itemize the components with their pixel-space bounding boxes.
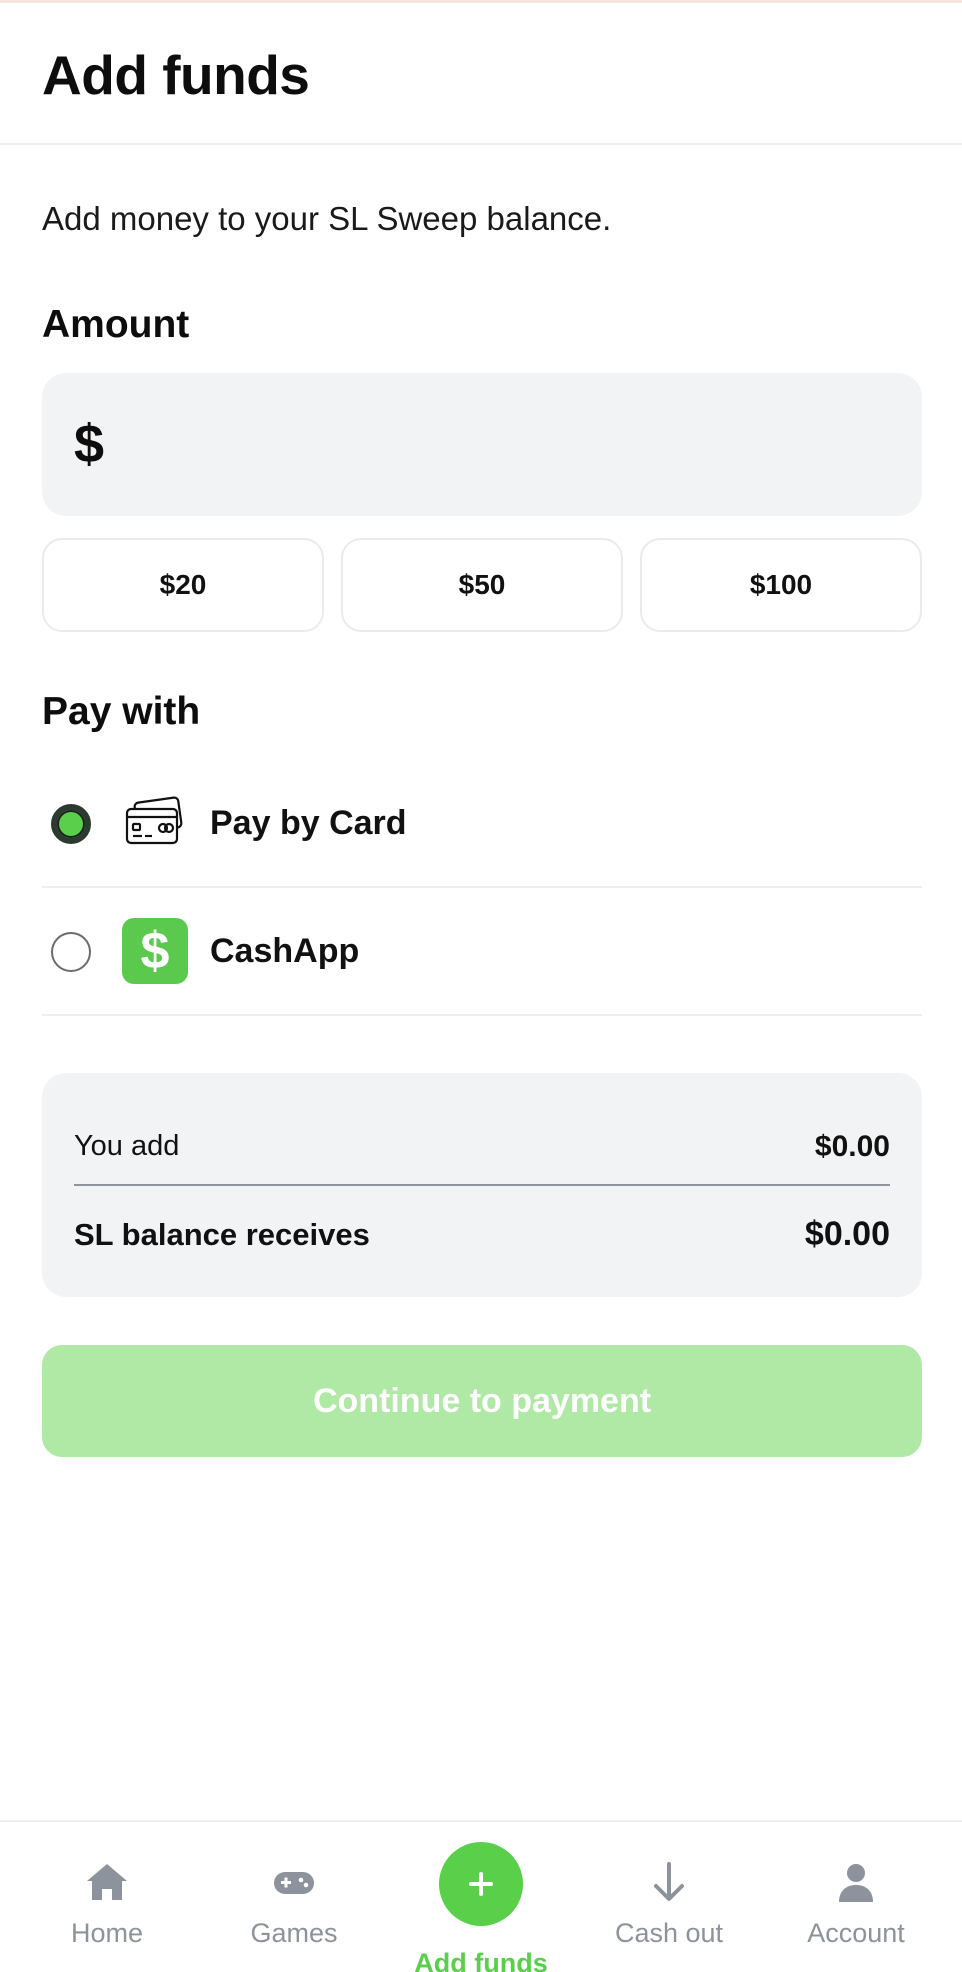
cashapp-dollar-glyph: $ <box>140 922 170 980</box>
payment-option-card[interactable]: Pay by Card <box>42 760 922 888</box>
you-add-label: You add <box>74 1130 180 1162</box>
nav-label: Home <box>70 1918 144 1948</box>
nav-item-home[interactable]: Home <box>12 1822 202 1972</box>
user-icon <box>839 1864 873 1902</box>
radio-selected[interactable] <box>51 804 91 844</box>
preset-amount-button[interactable]: $50 <box>341 538 623 632</box>
nav-item-cash-out[interactable]: Cash out <box>574 1822 764 1972</box>
nav-label: Account <box>807 1918 905 1948</box>
amount-input[interactable] <box>130 403 890 487</box>
credit-card-icon <box>125 796 183 845</box>
balance-receives-label: SL balance receives <box>74 1217 370 1252</box>
amount-section-title: Amount <box>42 303 190 346</box>
cashapp-icon: $ <box>122 918 188 984</box>
arrow-down-icon <box>654 1862 684 1901</box>
pay-with-section-title: Pay with <box>42 690 201 733</box>
payment-option-label: CashApp <box>210 932 360 970</box>
summary-card: You add $0.00 SL balance receives $0.00 <box>42 1073 922 1297</box>
amount-field[interactable]: $ <box>42 373 922 516</box>
nav-label: Add funds <box>414 1948 548 1972</box>
payment-option-cashapp[interactable]: $ CashApp <box>42 888 922 1016</box>
you-add-value: $0.00 <box>814 1130 890 1163</box>
gamepad-icon <box>274 1872 314 1894</box>
nav-item-add-funds[interactable]: Add funds <box>386 1822 576 1972</box>
preset-amount-button[interactable]: $20 <box>42 538 324 632</box>
header: Add funds <box>0 3 962 145</box>
summary-divider <box>74 1184 890 1186</box>
continue-to-payment-button[interactable]: Continue to payment <box>42 1345 922 1457</box>
home-icon <box>87 1864 127 1900</box>
bottom-navigation: Home Games Add funds Cash out Account <box>0 1820 962 1972</box>
balance-receives-value: $0.00 <box>804 1215 890 1253</box>
add-funds-screen: Add funds Add money to your SL Sweep bal… <box>0 0 962 1972</box>
nav-label: Games <box>250 1918 338 1948</box>
page-subtitle: Add money to your SL Sweep balance. <box>42 200 612 237</box>
page-title: Add funds <box>42 44 310 106</box>
radio-unselected[interactable] <box>51 932 91 972</box>
currency-symbol: $ <box>74 414 105 474</box>
nav-item-games[interactable]: Games <box>199 1822 389 1972</box>
nav-label: Cash out <box>614 1918 724 1948</box>
preset-amount-button[interactable]: $100 <box>640 538 922 632</box>
add-funds-nav-button[interactable] <box>439 1842 523 1926</box>
plus-icon <box>469 1872 493 1896</box>
nav-item-account[interactable]: Account <box>761 1822 951 1972</box>
payment-option-label: Pay by Card <box>210 804 407 842</box>
